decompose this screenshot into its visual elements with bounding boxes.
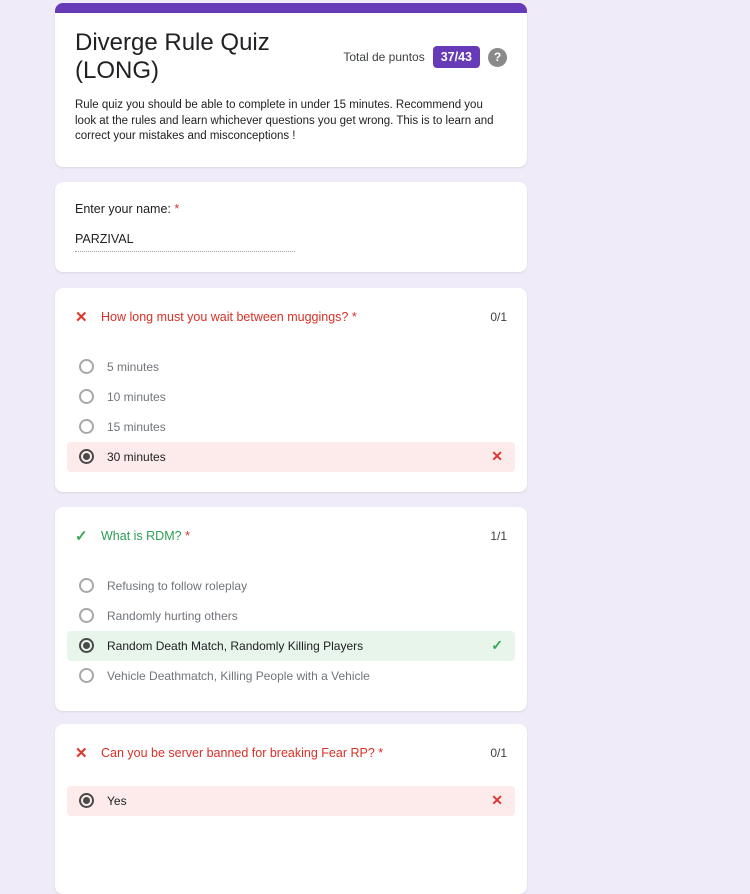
help-icon[interactable]: ? bbox=[488, 47, 507, 67]
name-question-card: Enter your name: * PARZIVAL bbox=[55, 181, 527, 272]
question-score: 1/1 bbox=[490, 528, 507, 543]
incorrect-icon: ✕ bbox=[491, 792, 503, 808]
name-input-value[interactable]: PARZIVAL bbox=[75, 232, 295, 252]
form-column: Diverge Rule Quiz (LONG) Total de puntos… bbox=[55, 3, 527, 894]
total-points-badge: 37/43 bbox=[432, 46, 480, 68]
radio-unselected-icon[interactable] bbox=[79, 389, 94, 404]
form-title: Diverge Rule Quiz (LONG) bbox=[75, 29, 270, 84]
radio-unselected-icon[interactable] bbox=[79, 668, 94, 683]
option-row[interactable]: 5 minutes bbox=[67, 352, 515, 382]
question-text: Can you be server banned for breaking Fe… bbox=[101, 745, 384, 760]
required-asterisk: * bbox=[174, 201, 180, 216]
question-header: ✓ What is RDM? * 1/1 bbox=[75, 527, 507, 545]
radio-unselected-icon[interactable] bbox=[79, 578, 94, 593]
question-text: What is RDM? * bbox=[101, 528, 190, 543]
question-text: How long must you wait between muggings?… bbox=[101, 309, 357, 324]
question-score: 0/1 bbox=[490, 309, 507, 324]
required-asterisk: * bbox=[378, 745, 384, 760]
option-row[interactable]: Vehicle Deathmatch, Killing People with … bbox=[67, 661, 515, 691]
option-row[interactable]: Randomly hurting others bbox=[67, 601, 515, 631]
option-row[interactable]: 15 minutes bbox=[67, 412, 515, 442]
name-question-label: Enter your name: * bbox=[75, 202, 507, 216]
options-list: Yes ✕ bbox=[67, 785, 515, 816]
form-description: Rule quiz you should be able to complete… bbox=[75, 99, 494, 142]
correct-icon: ✓ bbox=[75, 527, 88, 545]
total-points-block: Total de puntos 37/43 ? bbox=[343, 46, 507, 68]
radio-selected-icon[interactable] bbox=[79, 449, 94, 464]
incorrect-icon: ✕ bbox=[491, 448, 503, 464]
radio-unselected-icon[interactable] bbox=[79, 359, 94, 374]
radio-selected-icon[interactable] bbox=[79, 793, 94, 808]
incorrect-icon: ✕ bbox=[75, 744, 88, 762]
radio-unselected-icon[interactable] bbox=[79, 608, 94, 623]
required-asterisk: * bbox=[351, 309, 357, 324]
option-row-selected-incorrect[interactable]: 30 minutes ✕ bbox=[67, 441, 515, 472]
question-card-rdm: ✓ What is RDM? * 1/1 Refusing to follow … bbox=[55, 506, 527, 711]
total-points-label: Total de puntos bbox=[343, 50, 425, 64]
required-asterisk: * bbox=[185, 528, 190, 543]
form-header-card: Diverge Rule Quiz (LONG) Total de puntos… bbox=[55, 13, 527, 167]
radio-selected-icon[interactable] bbox=[79, 638, 94, 653]
radio-unselected-icon[interactable] bbox=[79, 419, 94, 434]
options-list: 5 minutes 10 minutes 15 minutes 30 minut… bbox=[67, 352, 515, 472]
name-question-text: Enter your name: bbox=[75, 201, 171, 216]
question-card-fear-rp: ✕ Can you be server banned for breaking … bbox=[55, 723, 527, 894]
question-header: ✕ Can you be server banned for breaking … bbox=[75, 744, 507, 762]
form-accent-bar bbox=[55, 3, 527, 13]
question-score: 0/1 bbox=[490, 745, 507, 760]
incorrect-icon: ✕ bbox=[75, 308, 88, 326]
options-list: Refusing to follow roleplay Randomly hur… bbox=[67, 571, 515, 691]
option-row-selected-correct[interactable]: Random Death Match, Randomly Killing Pla… bbox=[67, 630, 515, 661]
correct-icon: ✓ bbox=[491, 637, 503, 653]
form-title-row: Diverge Rule Quiz (LONG) Total de puntos… bbox=[75, 29, 507, 85]
option-row[interactable]: Refusing to follow roleplay bbox=[67, 571, 515, 601]
question-card-muggings: ✕ How long must you wait between mugging… bbox=[55, 287, 527, 492]
option-row[interactable]: 10 minutes bbox=[67, 382, 515, 412]
question-header: ✕ How long must you wait between mugging… bbox=[75, 308, 507, 326]
option-row-selected-incorrect[interactable]: Yes ✕ bbox=[67, 785, 515, 816]
